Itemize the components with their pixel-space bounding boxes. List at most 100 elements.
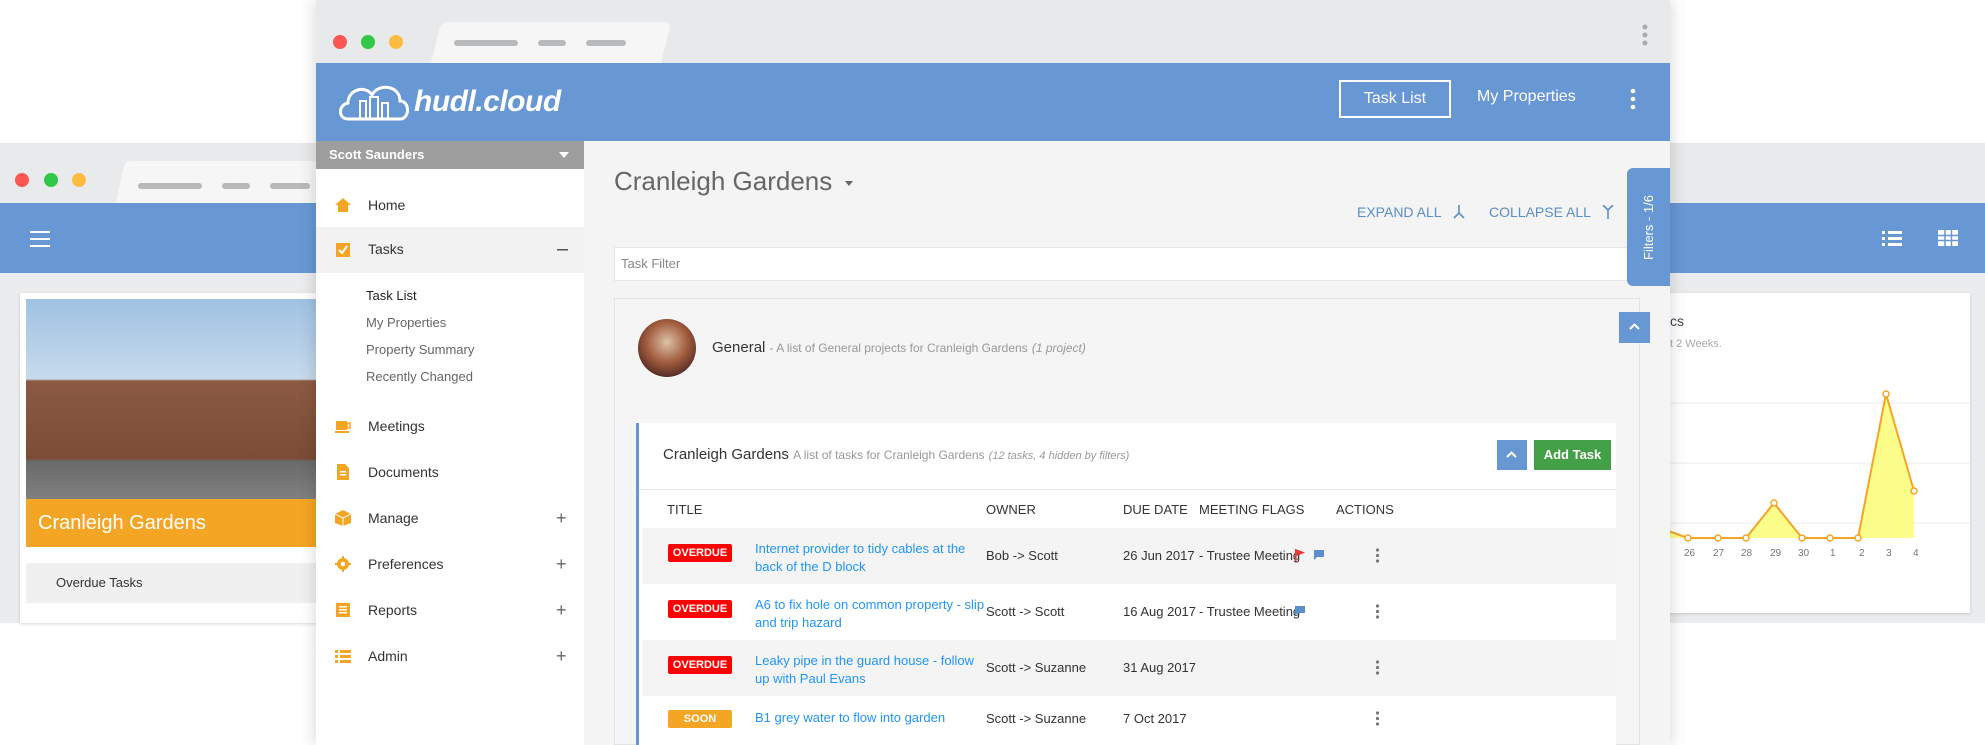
sidebar-subitem-property-summary[interactable]: Property Summary bbox=[366, 342, 474, 357]
sidebar-item-tasks[interactable]: Tasks bbox=[316, 227, 584, 273]
sidebar-item-documents[interactable]: Documents bbox=[316, 450, 584, 494]
table-row[interactable]: OVERDUE A6 to fix hole on common propert… bbox=[642, 584, 1619, 640]
user-name: Scott Saunders bbox=[329, 147, 425, 162]
task-title-link[interactable]: B1 grey water to flow into garden bbox=[755, 709, 985, 727]
nav-my-properties-link[interactable]: My Properties bbox=[1477, 88, 1576, 106]
collapse-arrows-icon bbox=[1602, 205, 1614, 219]
property-title-dropdown[interactable]: Cranleigh Gardens bbox=[614, 166, 854, 197]
sidebar-subitem-my-properties[interactable]: My Properties bbox=[366, 315, 446, 330]
row-actions-menu-icon[interactable] bbox=[1375, 548, 1380, 563]
row-actions-menu-icon[interactable] bbox=[1375, 604, 1380, 619]
list-view-icon[interactable] bbox=[1882, 231, 1902, 247]
x-tick: 1 bbox=[1830, 548, 1836, 559]
list-icon bbox=[335, 650, 351, 663]
sidebar-item-admin[interactable]: Admin + bbox=[316, 634, 584, 678]
column-header-meeting-flags[interactable]: MEETING FLAGS bbox=[1199, 502, 1304, 517]
minimize-dot-icon[interactable] bbox=[389, 35, 403, 49]
document-icon bbox=[337, 464, 349, 480]
property-photo bbox=[26, 299, 334, 499]
app-menu-icon[interactable] bbox=[1630, 88, 1636, 110]
main-window: hudl.cloud Task List My Properties Scott… bbox=[316, 0, 1670, 745]
chart-subtitle: t 2 Weeks. bbox=[1670, 338, 1722, 350]
task-title-link[interactable]: Internet provider to tidy cables at the … bbox=[755, 540, 985, 576]
nav-task-list-button[interactable]: Task List bbox=[1339, 80, 1451, 118]
task-group-name: Cranleigh Gardens bbox=[663, 446, 789, 463]
collapse-minus-icon[interactable] bbox=[557, 249, 568, 251]
row-actions-menu-icon[interactable] bbox=[1375, 711, 1380, 726]
flag-icon[interactable] bbox=[1294, 549, 1306, 562]
grid-view-icon[interactable] bbox=[1938, 230, 1958, 246]
box-icon bbox=[335, 510, 351, 526]
expand-plus-icon[interactable]: + bbox=[556, 496, 567, 540]
task-group-header: Cranleigh Gardens A list of tasks for Cr… bbox=[663, 446, 1129, 463]
app-bar: hudl.cloud Task List My Properties bbox=[316, 63, 1670, 141]
user-selector[interactable]: Scott Saunders bbox=[316, 141, 584, 169]
collapse-all-button[interactable]: COLLAPSE ALL bbox=[1489, 204, 1614, 220]
task-title-link[interactable]: Leaky pipe in the guard house - follow u… bbox=[755, 652, 985, 688]
task-due-date: 16 Aug 2017 bbox=[1123, 604, 1197, 619]
status-badge: OVERDUE bbox=[668, 600, 732, 618]
sidebar-item-home[interactable]: Home bbox=[316, 183, 584, 227]
filters-tab[interactable]: Filters - 1/6 bbox=[1627, 168, 1670, 286]
overdue-tasks-label[interactable]: Overdue Tasks bbox=[26, 563, 334, 603]
page-title: Cranleigh Gardens bbox=[614, 166, 833, 196]
background-property-card[interactable]: Cranleigh Gardens Overdue Tasks bbox=[20, 293, 340, 623]
expand-all-button[interactable]: EXPAND ALL bbox=[1357, 204, 1465, 220]
browser-chrome bbox=[316, 0, 1670, 64]
sidebar-subitem-recently-changed[interactable]: Recently Changed bbox=[366, 369, 473, 384]
task-owner: Scott -> Scott bbox=[986, 604, 1065, 619]
collapse-general-button[interactable] bbox=[1619, 312, 1650, 343]
sidebar-item-preferences[interactable]: Preferences + bbox=[316, 542, 584, 586]
table-row[interactable]: SOON B1 grey water to flow into garden S… bbox=[642, 696, 1619, 745]
hamburger-icon[interactable] bbox=[30, 231, 50, 247]
gear-icon bbox=[335, 556, 351, 572]
comment-icon[interactable] bbox=[1294, 605, 1306, 617]
project-avatar bbox=[638, 319, 696, 377]
sidebar-item-meetings[interactable]: Meetings bbox=[316, 404, 584, 448]
cloud-building-logo-icon[interactable] bbox=[338, 79, 410, 125]
property-card-title: Cranleigh Gardens bbox=[26, 499, 334, 547]
maximize-dot-icon[interactable] bbox=[361, 35, 375, 49]
sidebar-subitem-task-list[interactable]: Task List bbox=[366, 288, 417, 303]
task-filter-placeholder: Task Filter bbox=[621, 256, 681, 271]
sidebar-item-reports[interactable]: Reports + bbox=[316, 588, 584, 632]
table-row[interactable]: OVERDUE Internet provider to tidy cables… bbox=[642, 528, 1619, 584]
home-icon bbox=[335, 198, 351, 212]
expand-plus-icon[interactable]: + bbox=[556, 588, 567, 632]
clipboard-check-icon bbox=[336, 243, 350, 257]
general-count: (1 project) bbox=[1031, 341, 1086, 355]
column-header-title[interactable]: TITLE bbox=[667, 502, 702, 517]
task-owner: Scott -> Suzanne bbox=[986, 660, 1087, 675]
browser-menu-icon[interactable] bbox=[1642, 24, 1648, 46]
expand-arrows-icon bbox=[1453, 205, 1465, 219]
sidebar-item-label: Admin bbox=[368, 648, 408, 664]
report-icon bbox=[336, 603, 350, 617]
task-title-link[interactable]: A6 to fix hole on common property - slip… bbox=[755, 596, 985, 632]
general-description: - A list of General projects for Cranlei… bbox=[769, 341, 1028, 355]
expand-plus-icon[interactable]: + bbox=[556, 542, 567, 586]
expand-plus-icon[interactable]: + bbox=[556, 634, 567, 678]
table-row[interactable]: OVERDUE Leaky pipe in the guard house - … bbox=[642, 640, 1619, 696]
x-tick: 29 bbox=[1770, 548, 1782, 559]
sidebar-item-label: Documents bbox=[368, 464, 439, 480]
task-filter-input[interactable]: Task Filter bbox=[614, 247, 1634, 281]
row-actions-menu-icon[interactable] bbox=[1375, 660, 1380, 675]
task-group-cranleigh-gardens: Cranleigh Gardens A list of tasks for Cr… bbox=[636, 423, 1619, 745]
x-tick: 3 bbox=[1886, 548, 1892, 559]
sidebar-item-manage[interactable]: Manage + bbox=[316, 496, 584, 540]
x-tick: 28 bbox=[1741, 548, 1753, 559]
filters-tab-label: Filters - 1/6 bbox=[1641, 194, 1656, 260]
status-badge: SOON bbox=[668, 710, 732, 728]
task-group-description: A list of tasks for Cranleigh Gardens bbox=[793, 448, 985, 462]
minimize-dot-icon bbox=[72, 173, 86, 187]
comment-icon[interactable] bbox=[1313, 549, 1325, 561]
area-chart bbox=[1660, 390, 1970, 542]
column-header-due-date[interactable]: DUE DATE bbox=[1123, 502, 1188, 517]
x-tick: 4 bbox=[1913, 548, 1919, 559]
coffee-icon bbox=[335, 421, 351, 433]
app-logo-text[interactable]: hudl.cloud bbox=[414, 85, 561, 119]
column-header-owner[interactable]: OWNER bbox=[986, 502, 1036, 517]
add-task-button[interactable]: Add Task bbox=[1534, 440, 1611, 470]
close-dot-icon[interactable] bbox=[333, 35, 347, 49]
collapse-task-group-button[interactable] bbox=[1497, 440, 1527, 470]
